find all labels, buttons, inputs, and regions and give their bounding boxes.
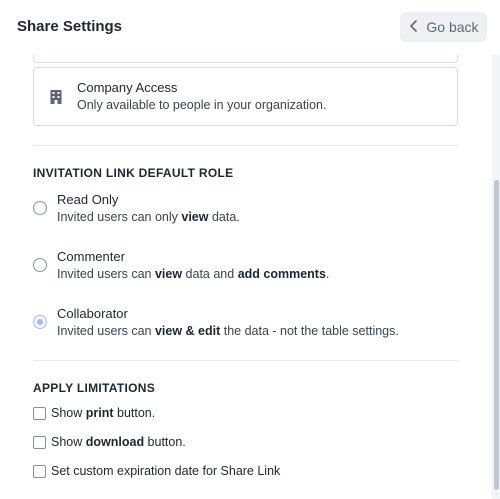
company-access-title: Company Access — [77, 80, 178, 95]
go-back-button[interactable]: Go back — [400, 12, 487, 42]
go-back-label: Go back — [426, 19, 479, 35]
previous-option-card[interactable] — [33, 55, 458, 63]
radio-collaborator[interactable] — [33, 315, 47, 329]
option-commenter-description: Invited users can view data and add comm… — [57, 267, 330, 281]
custom-expiration-label[interactable]: Set custom expiration date for Share Lin… — [51, 464, 280, 478]
page-title: Share Settings — [17, 18, 123, 35]
company-access-card[interactable] — [33, 67, 458, 126]
radio-read-only[interactable] — [33, 201, 47, 215]
chevron-left-icon — [408, 19, 420, 35]
header: Share Settings Go back — [0, 0, 500, 55]
option-commenter-title: Commenter — [57, 249, 125, 264]
apply-limitations-heading: APPLY LIMITATIONS — [33, 381, 156, 395]
option-collaborator-description: Invited users can view & edit the data -… — [57, 324, 399, 338]
option-read-only-description: Invited users can only view data. — [57, 210, 240, 224]
company-access-description: Only available to people in your organiz… — [77, 98, 327, 112]
divider — [33, 360, 458, 361]
checkbox-show-print[interactable] — [33, 407, 46, 420]
option-read-only-title: Read Only — [57, 192, 119, 207]
scrollbar-thumb[interactable] — [494, 180, 499, 490]
checkbox-show-download[interactable] — [33, 436, 46, 449]
divider — [33, 145, 458, 146]
option-collaborator-title: Collaborator — [57, 306, 128, 321]
radio-commenter[interactable] — [33, 258, 47, 272]
checkbox-custom-expiration[interactable] — [33, 465, 46, 478]
building-icon — [49, 89, 63, 104]
show-print-label[interactable]: Show print button. — [51, 406, 155, 420]
invitation-role-heading: INVITATION LINK DEFAULT ROLE — [33, 166, 234, 180]
show-download-label[interactable]: Show download button. — [51, 435, 186, 449]
